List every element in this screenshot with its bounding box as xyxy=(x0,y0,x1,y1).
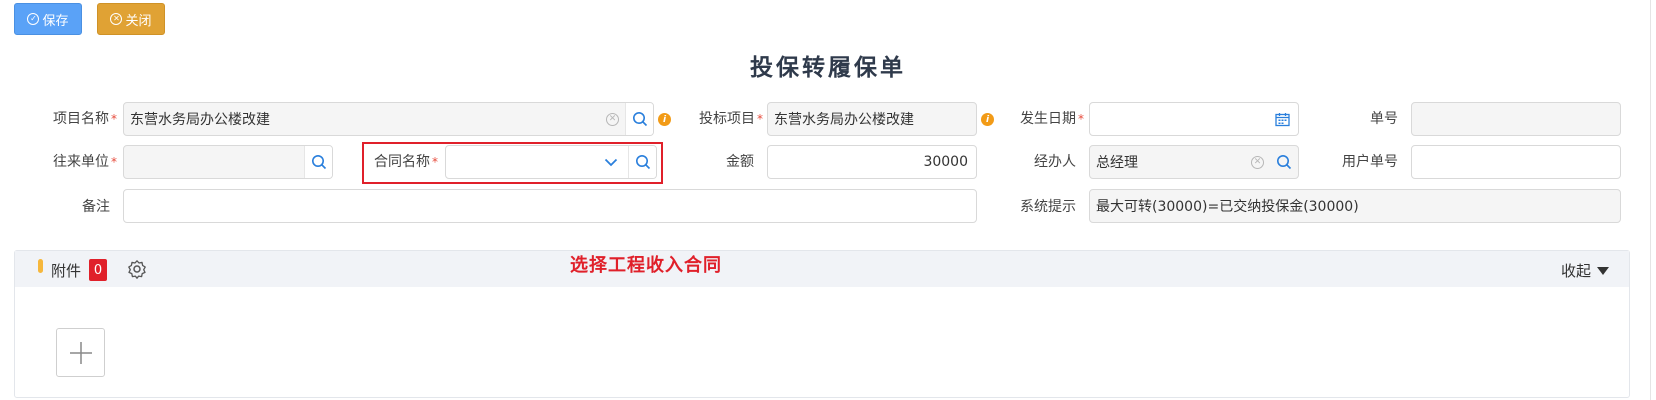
project-name-value: 东营水务局办公楼改建 xyxy=(130,112,270,128)
add-attachment-button[interactable] xyxy=(56,328,105,377)
bid-project-label: 投标项目 * xyxy=(699,111,763,127)
section-marker xyxy=(38,259,43,273)
close-button[interactable]: ✕ 关闭 xyxy=(97,3,165,35)
handler-field[interactable]: 总经理 ✕ xyxy=(1089,145,1299,179)
close-circle-icon: ✕ xyxy=(110,13,123,25)
system-tip-field: 最大可转(30000)=已交纳投保金(30000) xyxy=(1089,189,1621,223)
doc-no-field[interactable] xyxy=(1411,102,1621,136)
amount-field[interactable]: 30000 xyxy=(767,145,977,179)
amount-value: 30000 xyxy=(923,154,968,170)
search-icon[interactable] xyxy=(625,103,653,135)
save-label: 保存 xyxy=(42,13,69,29)
scrollbar[interactable] xyxy=(1650,0,1651,400)
attachment-count-badge: 0 xyxy=(89,259,107,281)
user-doc-no-field[interactable] xyxy=(1411,145,1621,179)
caret-down-icon xyxy=(1597,266,1609,275)
highlight-box xyxy=(362,142,663,184)
user-doc-no-label: 用户单号 xyxy=(1342,154,1398,170)
attachments-header: 附件 0 收起 xyxy=(15,251,1629,287)
partner-field[interactable] xyxy=(123,145,333,179)
system-tip-label: 系统提示 xyxy=(1020,199,1076,215)
plus-icon xyxy=(68,340,94,366)
save-button[interactable]: ✓ 保存 xyxy=(14,3,82,35)
annotation-text: 选择工程收入合同 xyxy=(570,255,722,276)
search-icon[interactable] xyxy=(1270,146,1298,178)
remark-field[interactable] xyxy=(123,189,977,223)
project-name-field[interactable]: 东营水务局办公楼改建 ✕ xyxy=(123,102,654,136)
close-label: 关闭 xyxy=(125,13,152,29)
page-title: 投保转履保单 xyxy=(750,55,906,81)
occur-date-label: 发生日期 * xyxy=(1020,111,1084,127)
project-name-label: 项目名称 * xyxy=(53,111,117,127)
gear-icon[interactable] xyxy=(127,259,147,279)
search-icon[interactable] xyxy=(304,146,332,178)
collapse-toggle[interactable]: 收起 xyxy=(1561,260,1609,281)
collapse-label: 收起 xyxy=(1560,262,1591,280)
check-circle-icon: ✓ xyxy=(27,13,40,25)
amount-label: 金额 xyxy=(726,154,754,170)
clear-icon[interactable]: ✕ xyxy=(606,112,619,126)
bid-project-value: 东营水务局办公楼改建 xyxy=(774,112,914,128)
bid-project-field[interactable]: 东营水务局办公楼改建 xyxy=(767,102,977,136)
partner-label: 往来单位 * xyxy=(53,154,117,170)
attachments-label: 附件 xyxy=(51,262,82,280)
occur-date-field[interactable] xyxy=(1089,102,1299,136)
calendar-icon[interactable] xyxy=(1275,112,1290,127)
doc-no-label: 单号 xyxy=(1370,111,1398,127)
system-tip-value: 最大可转(30000)=已交纳投保金(30000) xyxy=(1096,199,1359,215)
handler-label: 经办人 xyxy=(1034,154,1076,170)
remark-label: 备注 xyxy=(82,199,110,215)
clear-icon[interactable]: ✕ xyxy=(1251,155,1264,169)
attachments-panel: 附件 0 收起 xyxy=(14,250,1630,398)
handler-value: 总经理 xyxy=(1096,155,1138,171)
